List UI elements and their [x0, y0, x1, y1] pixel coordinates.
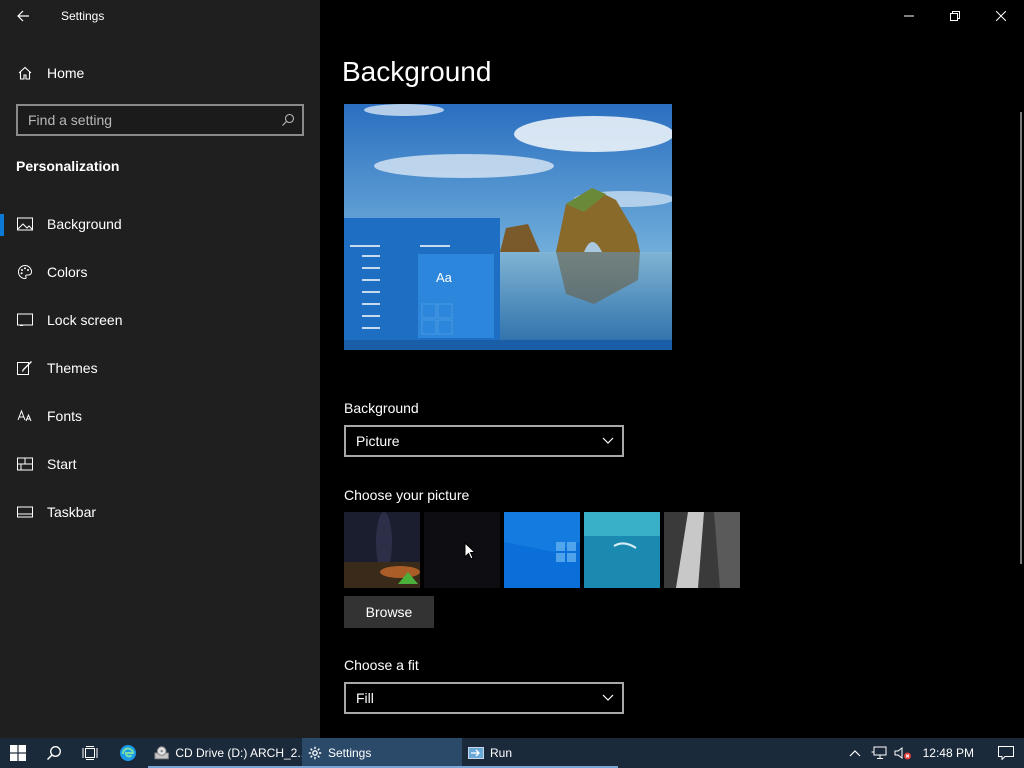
sidebar: Settings Home Personalization Background… — [0, 0, 320, 738]
sidebar-item-home[interactable]: Home — [0, 57, 320, 89]
clock[interactable]: 12:48 PM — [923, 746, 974, 760]
sidebar-item-label: Start — [47, 456, 77, 472]
windows-logo-icon — [10, 745, 26, 761]
fit-dropdown[interactable]: Fill — [344, 682, 624, 714]
edge-button[interactable] — [108, 738, 148, 768]
home-icon — [17, 65, 33, 81]
search-box[interactable] — [16, 104, 304, 136]
back-button[interactable] — [0, 0, 46, 32]
main-content: Background Aa Background Picture Choose … — [320, 0, 1024, 738]
taskbar-icon — [17, 504, 33, 520]
fit-label: Choose a fit — [344, 657, 419, 673]
picture-icon — [17, 216, 33, 232]
taskbar-app-label: CD Drive (D:) ARCH_2... — [175, 746, 302, 760]
run-icon — [468, 747, 484, 759]
task-view-button[interactable] — [72, 738, 108, 768]
fonts-icon — [17, 408, 33, 424]
notifications-icon — [998, 746, 1014, 760]
sidebar-item-background[interactable]: Background — [0, 208, 320, 256]
picture-thumb-windows-blue[interactable] — [504, 512, 580, 588]
mouse-cursor-icon — [464, 542, 476, 560]
scrollbar[interactable] — [1020, 112, 1022, 564]
back-arrow-icon — [17, 10, 29, 22]
action-center-button[interactable] — [988, 738, 1024, 768]
picture-thumb-underwater[interactable] — [584, 512, 660, 588]
sidebar-item-start[interactable]: Start — [0, 448, 320, 496]
choose-picture-label: Choose your picture — [344, 487, 470, 503]
minimize-button[interactable] — [886, 0, 932, 32]
system-tray: 12:48 PM — [843, 738, 1024, 768]
preview-sample-text: Aa — [436, 270, 453, 285]
restore-button[interactable] — [932, 0, 978, 32]
sidebar-item-taskbar[interactable]: Taskbar — [0, 496, 320, 544]
taskbar-app-settings[interactable]: Settings — [302, 738, 462, 768]
start-icon — [17, 456, 33, 472]
taskbar-app-cd-drive[interactable]: CD Drive (D:) ARCH_2... — [148, 738, 302, 768]
chevron-up-icon — [849, 750, 861, 757]
home-label: Home — [47, 65, 85, 81]
start-button[interactable] — [0, 738, 36, 768]
background-preview: Aa — [344, 104, 672, 350]
sidebar-item-themes[interactable]: Themes — [0, 352, 320, 400]
chevron-down-icon — [602, 694, 614, 701]
network-icon — [871, 746, 887, 759]
task-view-icon — [82, 746, 98, 760]
search-button[interactable] — [36, 738, 72, 768]
sidebar-item-colors[interactable]: Colors — [0, 256, 320, 304]
background-dropdown-value: Picture — [356, 433, 400, 449]
sidebar-item-label: Taskbar — [47, 504, 97, 520]
picture-thumb-night-sky[interactable] — [344, 512, 420, 588]
network-button[interactable] — [867, 738, 891, 768]
page-title: Background — [342, 56, 492, 87]
taskbar-search-icon — [46, 746, 61, 761]
background-dropdown[interactable]: Picture — [344, 425, 624, 457]
browse-button[interactable]: Browse — [344, 596, 434, 628]
sidebar-item-label: Colors — [47, 264, 88, 280]
sidebar-item-lock-screen[interactable]: Lock screen — [0, 304, 320, 352]
gear-icon — [308, 746, 322, 760]
sidebar-item-fonts[interactable]: Fonts — [0, 400, 320, 448]
section-title: Personalization — [16, 158, 120, 174]
taskbar: CD Drive (D:) ARCH_2... Settings Run 12:… — [0, 738, 1024, 768]
taskbar-app-label: Settings — [328, 746, 372, 760]
background-label: Background — [344, 400, 419, 416]
app-title: Settings — [61, 9, 105, 23]
search-icon[interactable] — [274, 106, 302, 134]
edge-browser-icon — [120, 745, 136, 761]
window-controls — [886, 0, 1024, 32]
sidebar-item-label: Lock screen — [47, 312, 123, 328]
palette-icon — [17, 264, 33, 280]
title-bar: Settings — [0, 0, 320, 32]
cd-drive-icon — [154, 746, 169, 760]
picture-thumb-dark[interactable] — [424, 512, 500, 588]
sidebar-item-label: Background — [47, 216, 122, 232]
taskbar-app-run[interactable]: Run — [462, 738, 618, 768]
picture-thumb-waterfall[interactable] — [664, 512, 740, 588]
minimize-icon — [904, 15, 914, 17]
sidebar-item-label: Themes — [47, 360, 98, 376]
search-input[interactable] — [18, 112, 274, 128]
fit-dropdown-value: Fill — [356, 690, 374, 706]
nav-list: Background Colors Lock screen Themes Fon… — [0, 208, 320, 544]
volume-button[interactable] — [891, 738, 915, 768]
taskbar-app-label: Run — [490, 746, 513, 760]
chevron-down-icon — [602, 437, 614, 444]
sidebar-item-label: Fonts — [47, 408, 83, 424]
close-icon — [996, 11, 1006, 21]
restore-icon — [950, 11, 960, 21]
picture-list — [344, 512, 740, 588]
close-button[interactable] — [978, 0, 1024, 32]
volume-muted-icon — [894, 747, 911, 760]
lock-screen-icon — [17, 312, 33, 328]
show-hidden-icons-button[interactable] — [843, 738, 867, 768]
brush-icon — [17, 360, 33, 376]
